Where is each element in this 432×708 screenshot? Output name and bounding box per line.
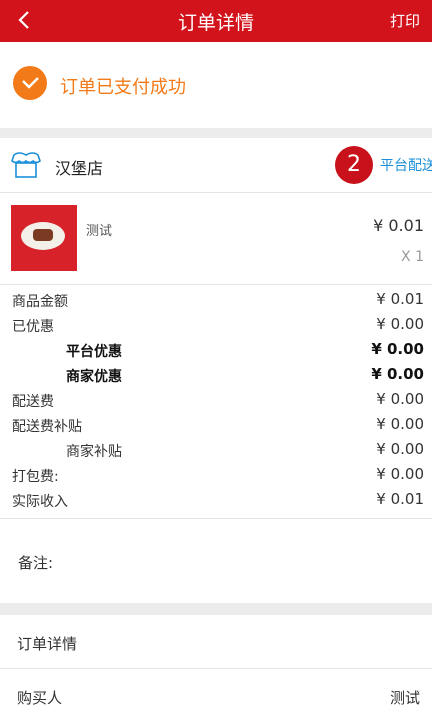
product-row[interactable]: 测试 ¥ 0.01 X 1 (0, 193, 432, 283)
fee-label: 打包费: (12, 469, 59, 485)
fee-label: 商家补贴 (66, 444, 122, 460)
fee-value: ¥ 0.00 (376, 440, 424, 458)
fee-row: 平台优惠 ¥ 0.00 (0, 338, 432, 363)
product-price: ¥ 0.01 (373, 216, 424, 235)
fee-value: ¥ 0.00 (376, 390, 424, 408)
divider (0, 284, 432, 285)
food-image (33, 229, 53, 241)
fee-value: ¥ 0.00 (371, 340, 424, 358)
fee-value: ¥ 0.01 (376, 490, 424, 508)
store-name: 汉堡店 (55, 159, 104, 178)
fee-row: 打包费: ¥ 0.00 (0, 463, 432, 488)
fee-row: 商家优惠 ¥ 0.00 (0, 363, 432, 388)
print-button[interactable]: 打印 (390, 10, 420, 31)
payment-status-text: 订单已支付成功 (60, 77, 186, 98)
fee-row: 配送费补贴 ¥ 0.00 (0, 413, 432, 438)
fee-value: ¥ 0.00 (371, 365, 424, 383)
fee-label: 平台优惠 (66, 344, 122, 360)
fee-value: ¥ 0.00 (376, 315, 424, 333)
fee-row: 商品金额 ¥ 0.01 (0, 288, 432, 313)
delivery-type-link[interactable]: 平台配送 (380, 155, 432, 175)
fee-label: 配送费补贴 (12, 419, 82, 435)
section-divider (0, 128, 432, 138)
divider (0, 668, 432, 669)
fee-row: 配送费 ¥ 0.00 (0, 388, 432, 413)
fee-row: 已优惠 ¥ 0.00 (0, 313, 432, 338)
fee-value: ¥ 0.00 (376, 465, 424, 483)
order-details-title: 订单详情 (17, 635, 78, 653)
page-title: 订单详情 (177, 12, 254, 34)
fee-label: 商品金额 (12, 294, 68, 310)
step-badge: 2 (335, 146, 373, 184)
top-nav-bar: 订单详情 打印 (0, 0, 432, 42)
store-header: 汉堡店 2 平台配送 (0, 138, 432, 192)
product-thumbnail (11, 205, 77, 271)
product-name: 测试 (86, 224, 113, 239)
fee-label: 配送费 (12, 394, 54, 410)
fee-row: 实际收入 ¥ 0.01 (0, 488, 432, 513)
section-divider (0, 603, 432, 615)
fee-row: 商家补贴 ¥ 0.00 (0, 438, 432, 463)
check-circle-icon (13, 66, 47, 100)
product-quantity: X 1 (401, 249, 424, 265)
remark-label: 备注: (18, 554, 54, 572)
payment-status: 订单已支付成功 (0, 42, 432, 128)
divider (0, 518, 432, 519)
fee-label: 已优惠 (12, 319, 54, 335)
shop-icon (11, 152, 41, 178)
fee-label: 商家优惠 (66, 369, 122, 385)
fee-label: 实际收入 (12, 494, 68, 510)
fee-value: ¥ 0.01 (376, 290, 424, 308)
fee-value: ¥ 0.00 (376, 415, 424, 433)
